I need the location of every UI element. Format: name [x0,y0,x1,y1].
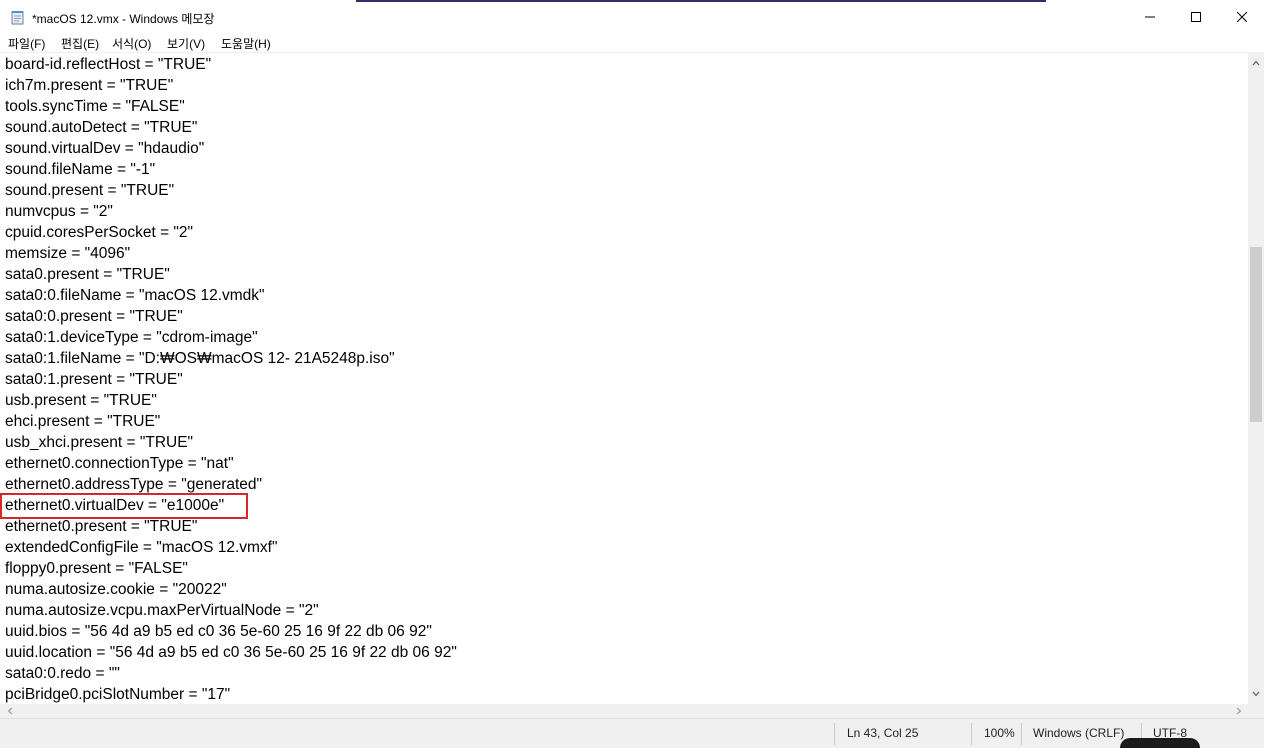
vertical-scrollbar[interactable] [1248,53,1264,704]
highlight-annotation [0,493,248,519]
scroll-thumb[interactable] [1250,247,1262,422]
editor-line[interactable]: usb.present = "TRUE" [5,390,157,411]
menu-format[interactable]: 서식(O) [112,35,151,52]
horizontal-scrollbar[interactable] [0,704,1248,718]
scroll-down-icon[interactable] [1248,686,1264,702]
editor-line[interactable]: usb_xhci.present = "TRUE" [5,432,193,453]
editor-line[interactable]: pciBridge0.pciSlotNumber = "17" [5,684,230,704]
editor-line[interactable]: memsize = "4096" [5,243,130,264]
status-divider [834,723,835,745]
status-bar: Ln 43, Col 25 100% Windows (CRLF) UTF-8 [0,718,1264,748]
editor-line[interactable]: numvcpus = "2" [5,201,113,222]
editor-line[interactable]: sata0:0.fileName = "macOS 12.vmdk" [5,285,265,306]
menu-help[interactable]: 도움말(H) [221,35,271,52]
editor-line[interactable]: board-id.reflectHost = "TRUE" [5,54,211,75]
zoom-level: 100% [984,726,1015,740]
editor-line[interactable]: ethernet0.present = "TRUE" [5,516,197,537]
close-icon [1236,9,1248,27]
menu-view[interactable]: 보기(V) [167,35,205,52]
notepad-icon [10,10,25,25]
editor-line[interactable]: sata0:1.deviceType = "cdrom-image" [5,327,258,348]
editor-line[interactable]: ethernet0.addressType = "generated" [5,474,262,495]
scroll-corner [1248,704,1264,718]
cursor-position: Ln 43, Col 25 [847,726,919,740]
editor-line[interactable]: sata0.present = "TRUE" [5,264,170,285]
scroll-up-icon[interactable] [1248,55,1264,71]
editor-line[interactable]: sata0:1.fileName = "D:₩OS₩macOS 12- 21A5… [5,348,395,369]
menu-edit[interactable]: 편집(E) [61,35,99,52]
editor-line[interactable]: sound.fileName = "-1" [5,159,155,180]
editor-line[interactable]: tools.syncTime = "FALSE" [5,96,185,117]
title-bar[interactable]: *macOS 12.vmx - Windows 메모장 [0,2,1264,32]
maximize-icon [1191,9,1201,27]
editor-line[interactable]: sound.autoDetect = "TRUE" [5,117,197,138]
editor-line[interactable]: sound.present = "TRUE" [5,180,174,201]
menu-bar: 파일(F) 편집(E) 서식(O) 보기(V) 도움말(H) [0,32,1264,53]
status-divider [1021,723,1022,745]
editor-line[interactable]: sata0:1.present = "TRUE" [5,369,183,390]
editor-line[interactable]: ehci.present = "TRUE" [5,411,160,432]
scroll-right-icon[interactable] [1231,704,1247,718]
status-divider [971,723,972,745]
minimize-icon [1145,9,1155,27]
editor-line[interactable]: ethernet0.connectionType = "nat" [5,453,234,474]
editor-line[interactable]: sound.virtualDev = "hdaudio" [5,138,204,159]
text-editor[interactable]: board-id.reflectHost = "TRUE" ich7m.pres… [0,53,1248,704]
editor-line[interactable]: floppy0.present = "FALSE" [5,558,188,579]
maximize-button[interactable] [1173,4,1219,32]
editor-line[interactable]: uuid.location = "56 4d a9 b5 ed c0 36 5e… [5,642,457,663]
editor-line[interactable]: numa.autosize.cookie = "20022" [5,579,227,600]
editor-line[interactable]: uuid.bios = "56 4d a9 b5 ed c0 36 5e-60 … [5,621,432,642]
overlay-edge [1120,738,1200,748]
menu-file[interactable]: 파일(F) [8,35,45,52]
scroll-left-icon[interactable] [2,704,18,718]
editor-line[interactable]: extendedConfigFile = "macOS 12.vmxf" [5,537,277,558]
editor-line[interactable]: ich7m.present = "TRUE" [5,75,173,96]
minimize-button[interactable] [1127,4,1173,32]
close-button[interactable] [1219,4,1264,32]
line-ending: Windows (CRLF) [1033,726,1125,740]
window-title: *macOS 12.vmx - Windows 메모장 [32,12,215,26]
editor-line[interactable]: sata0:0.redo = "" [5,663,120,684]
editor-line[interactable]: sata0:0.present = "TRUE" [5,306,183,327]
editor-line[interactable]: numa.autosize.vcpu.maxPerVirtualNode = "… [5,600,319,621]
editor-line[interactable]: cpuid.coresPerSocket = "2" [5,222,193,243]
